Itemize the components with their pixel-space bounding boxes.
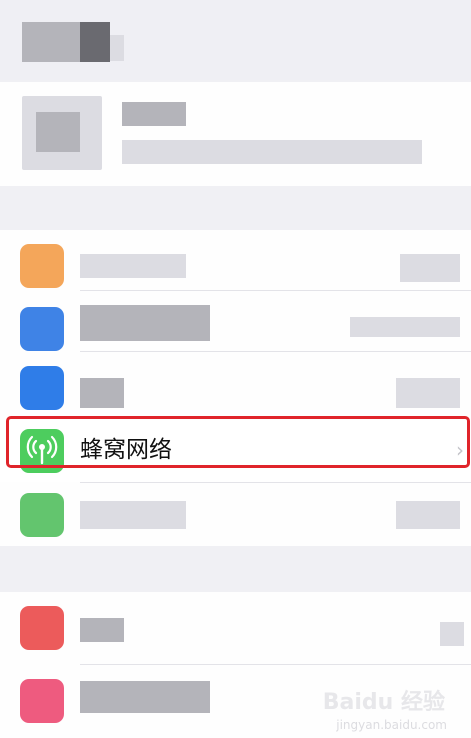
app-icon bbox=[20, 307, 64, 351]
app-icon bbox=[20, 679, 64, 723]
settings-row[interactable] bbox=[0, 592, 471, 664]
row-label-blur bbox=[80, 501, 186, 529]
row-label-blur bbox=[80, 378, 124, 408]
app-icon bbox=[20, 244, 64, 288]
settings-group-2 bbox=[0, 592, 471, 738]
row-value-blur bbox=[396, 378, 460, 408]
app-icon bbox=[20, 606, 64, 650]
row-label-blur bbox=[80, 254, 186, 278]
header-blur-dark bbox=[80, 22, 110, 62]
row-label-blur bbox=[80, 681, 210, 713]
settings-group: 蜂窝网络 › bbox=[0, 230, 471, 546]
account-subtitle-blur bbox=[122, 140, 422, 164]
account-card[interactable] bbox=[0, 82, 471, 186]
settings-row[interactable] bbox=[0, 230, 471, 290]
watermark-url: jingyan.baidu.com bbox=[336, 718, 447, 732]
row-label-blur bbox=[80, 305, 210, 341]
app-icon bbox=[20, 366, 64, 410]
highlight-box bbox=[6, 416, 470, 468]
avatar-blur bbox=[36, 112, 80, 152]
row-value-blur bbox=[350, 317, 460, 337]
account-name-blur bbox=[122, 102, 186, 126]
row-value-blur bbox=[396, 501, 460, 529]
nav-header bbox=[0, 0, 471, 80]
settings-row[interactable] bbox=[0, 483, 471, 546]
row-value-blur bbox=[400, 254, 460, 282]
row-value-blur bbox=[440, 622, 464, 646]
header-blur-light bbox=[110, 35, 124, 61]
settings-row[interactable] bbox=[0, 291, 471, 351]
watermark-logo: Baidu 经验 bbox=[322, 690, 445, 715]
header-blur bbox=[22, 22, 82, 62]
app-icon bbox=[20, 493, 64, 537]
settings-row[interactable] bbox=[0, 352, 471, 412]
row-label-blur bbox=[80, 618, 124, 642]
